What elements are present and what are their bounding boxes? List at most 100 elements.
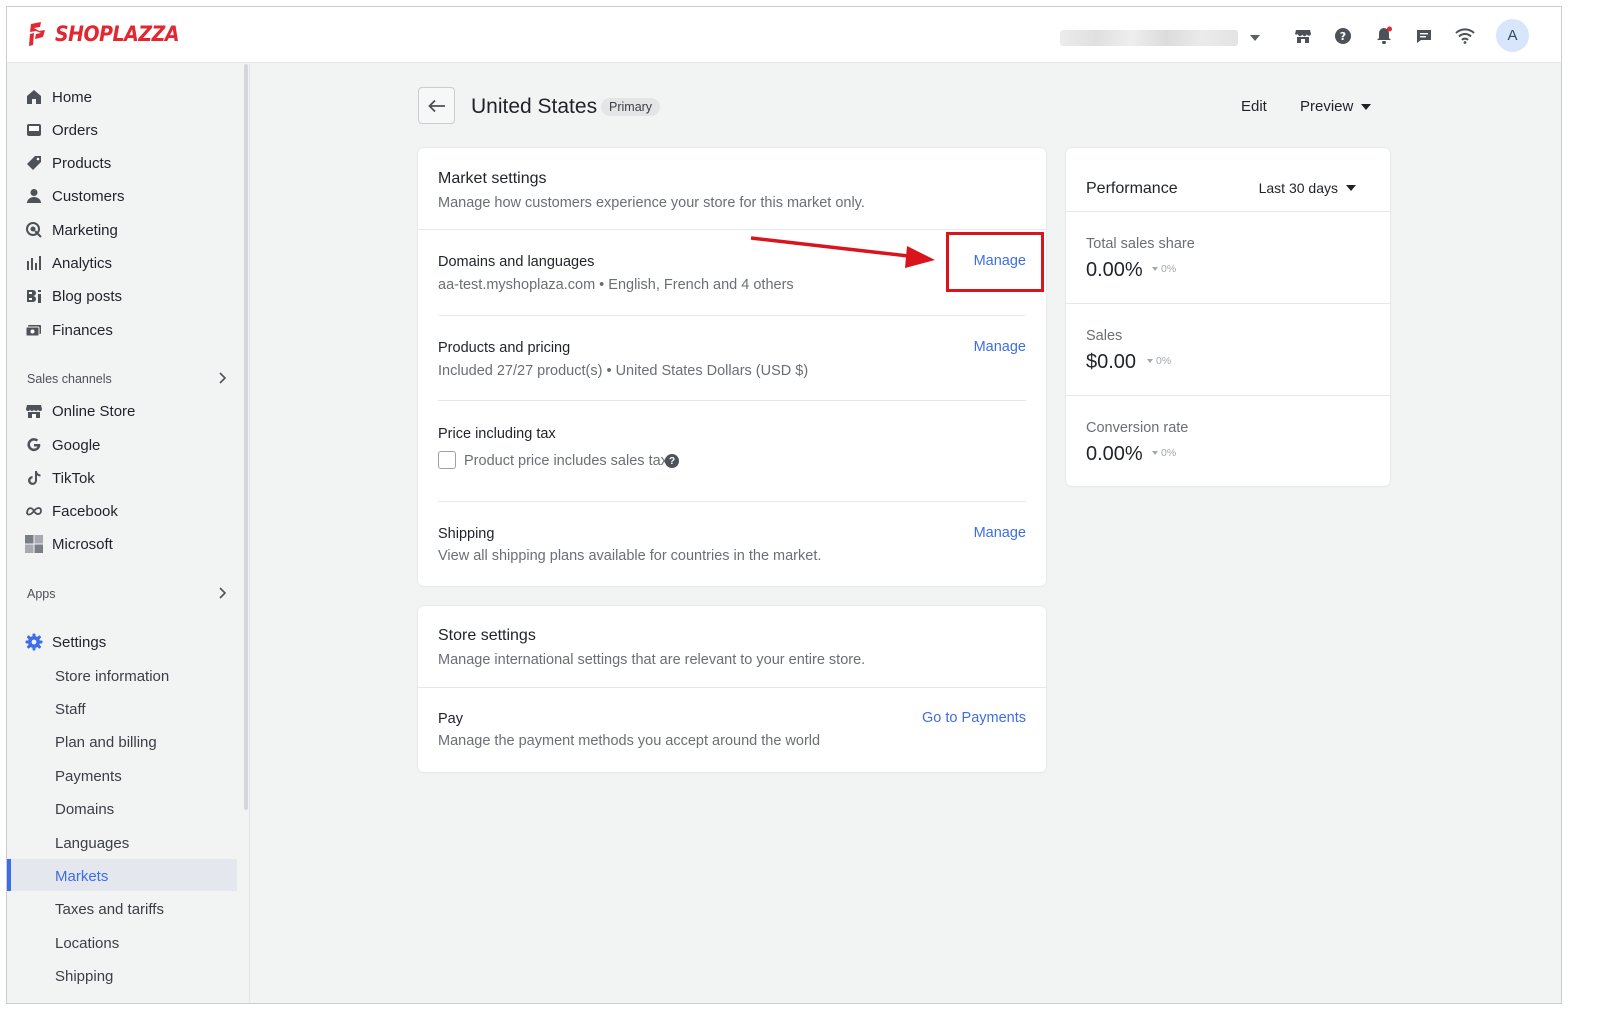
sidebar-item-marketing[interactable]: Marketing (25, 217, 118, 243)
primary-badge: Primary (601, 98, 661, 116)
apps-heading: Apps (27, 587, 56, 601)
chevron-right-icon[interactable] (217, 371, 227, 385)
metric-delta: 0% (1147, 355, 1171, 367)
marketing-icon (25, 221, 43, 239)
tag-icon (25, 154, 43, 172)
caret-down-icon (1361, 103, 1372, 110)
go-to-payments-link[interactable]: Go to Payments (922, 710, 1026, 726)
sidebar-item-settings[interactable]: Settings (25, 629, 106, 655)
chat-icon[interactable] (1412, 24, 1436, 48)
sidebar-subitem-shipping[interactable]: Shipping (55, 963, 113, 989)
sidebar-item-label: Finances (52, 321, 113, 339)
sidebar-item-home[interactable]: Home (25, 84, 92, 110)
top-bar: SHOPLAZZA ? A (7, 7, 1561, 63)
divider (418, 687, 1046, 688)
metric-label: Total sales share (1086, 236, 1195, 252)
sidebar-item-label: Google (52, 436, 101, 454)
divider (1066, 303, 1390, 304)
sidebar-item-finances[interactable]: Finances (25, 317, 113, 343)
sidebar-divider (249, 64, 250, 1003)
app-window: SHOPLAZZA ? A Home Orders Products Custo… (6, 6, 1562, 1004)
sales-tax-checkbox-label[interactable]: Product price includes sales tax (464, 453, 668, 469)
store-selector[interactable] (1060, 29, 1260, 47)
date-range-dropdown[interactable]: Last 30 days (1259, 180, 1356, 196)
sidebar-subitem-store-information[interactable]: Store information (55, 663, 169, 689)
sidebar-item-label: Home (52, 88, 93, 106)
microsoft-icon (25, 535, 43, 553)
sidebar-scrollbar[interactable] (244, 64, 248, 810)
shoplazza-logo-icon (29, 22, 45, 46)
store-icon[interactable] (1291, 24, 1315, 48)
sales-channels-heading: Sales channels (27, 372, 112, 386)
sidebar-item-products[interactable]: Products (25, 150, 111, 176)
metric-label: Sales (1086, 328, 1123, 344)
sidebar-item-label: Products (52, 154, 112, 172)
divider (438, 315, 1026, 316)
active-item-highlight (7, 859, 237, 891)
sidebar-item-tiktok[interactable]: TikTok (25, 465, 95, 491)
metric-value: 0.00% (1086, 259, 1143, 281)
store-name-blurred (1060, 30, 1238, 46)
shoplazza-logo[interactable]: SHOPLAZZA (27, 21, 193, 47)
finance-icon (25, 321, 43, 339)
shipping-manage-link[interactable]: Manage (974, 525, 1026, 541)
products-pricing-title: Products and pricing (438, 340, 571, 356)
divider (1066, 395, 1390, 396)
metric-delta: 0% (1152, 447, 1176, 459)
sidebar-item-google[interactable]: Google (25, 432, 100, 458)
annotation-highlight-box (946, 232, 1044, 292)
gear-icon (25, 633, 43, 651)
performance-card: Performance Last 30 days Total sales sha… (1066, 148, 1390, 486)
sidebar-subitem-locations[interactable]: Locations (55, 930, 119, 956)
edit-button[interactable]: Edit (1241, 98, 1267, 115)
sidebar-subitem-languages[interactable]: Languages (55, 830, 129, 856)
market-settings-title: Market settings (438, 170, 547, 187)
metric-delta: 0% (1152, 263, 1176, 275)
sidebar-item-orders[interactable]: Orders (25, 117, 98, 143)
sidebar-item-analytics[interactable]: Analytics (25, 250, 112, 276)
sidebar-item-label: Orders (52, 121, 98, 139)
pay-summary: Manage the payment methods you accept ar… (438, 733, 821, 749)
person-icon (25, 187, 43, 205)
sidebar-subitem-staff[interactable]: Staff (55, 696, 86, 722)
sidebar-item-microsoft[interactable]: Microsoft (25, 531, 113, 557)
metric-delta-value: 0% (1156, 355, 1172, 367)
shipping-title: Shipping (438, 526, 495, 542)
help-icon[interactable]: ? (665, 454, 679, 468)
sidebar-item-label: Marketing (52, 221, 118, 239)
sidebar-subitem-markets[interactable]: Markets (55, 863, 108, 889)
sidebar-item-label: Online Store (52, 402, 136, 420)
annotation-arrow-icon (750, 236, 935, 268)
sidebar-item-label: Customers (52, 187, 125, 205)
sidebar-item-customers[interactable]: Customers (25, 183, 125, 209)
logo-text: SHOPLAZZA (55, 22, 180, 46)
sidebar-item-online-store[interactable]: Online Store (25, 398, 135, 424)
divider (1066, 211, 1390, 212)
divider (438, 400, 1026, 401)
metric-value: $0.00 (1086, 351, 1137, 373)
sales-tax-checkbox[interactable] (438, 451, 456, 469)
caret-down-icon (1346, 185, 1356, 191)
sidebar-subitem-taxes-and-tariffs[interactable]: Taxes and tariffs (55, 896, 164, 922)
wifi-icon[interactable] (1453, 24, 1477, 48)
home-icon (25, 88, 43, 106)
sidebar-item-label: Analytics (52, 254, 113, 272)
products-pricing-summary: Included 27/27 product(s) • United State… (438, 363, 809, 379)
pay-title: Pay (438, 711, 463, 727)
chevron-right-icon[interactable] (217, 586, 227, 600)
sidebar-subitem-plan-and-billing[interactable]: Plan and billing (55, 729, 157, 755)
meta-icon (25, 502, 43, 520)
sidebar-item-blog-posts[interactable]: Blog posts (25, 283, 122, 309)
metric-value: 0.00% (1086, 443, 1143, 465)
bell-icon[interactable] (1372, 24, 1396, 48)
sidebar-item-label: Microsoft (52, 535, 113, 553)
sidebar-subitem-payments[interactable]: Payments (55, 763, 122, 789)
sidebar-subitem-domains[interactable]: Domains (55, 796, 114, 822)
caret-down-icon (1147, 359, 1153, 363)
back-button[interactable] (418, 87, 455, 124)
avatar[interactable]: A (1496, 19, 1529, 52)
products-pricing-manage-link[interactable]: Manage (974, 339, 1026, 355)
sidebar-item-facebook[interactable]: Facebook (25, 498, 118, 524)
help-icon[interactable]: ? (1331, 24, 1355, 48)
preview-button[interactable]: Preview (1300, 98, 1372, 115)
